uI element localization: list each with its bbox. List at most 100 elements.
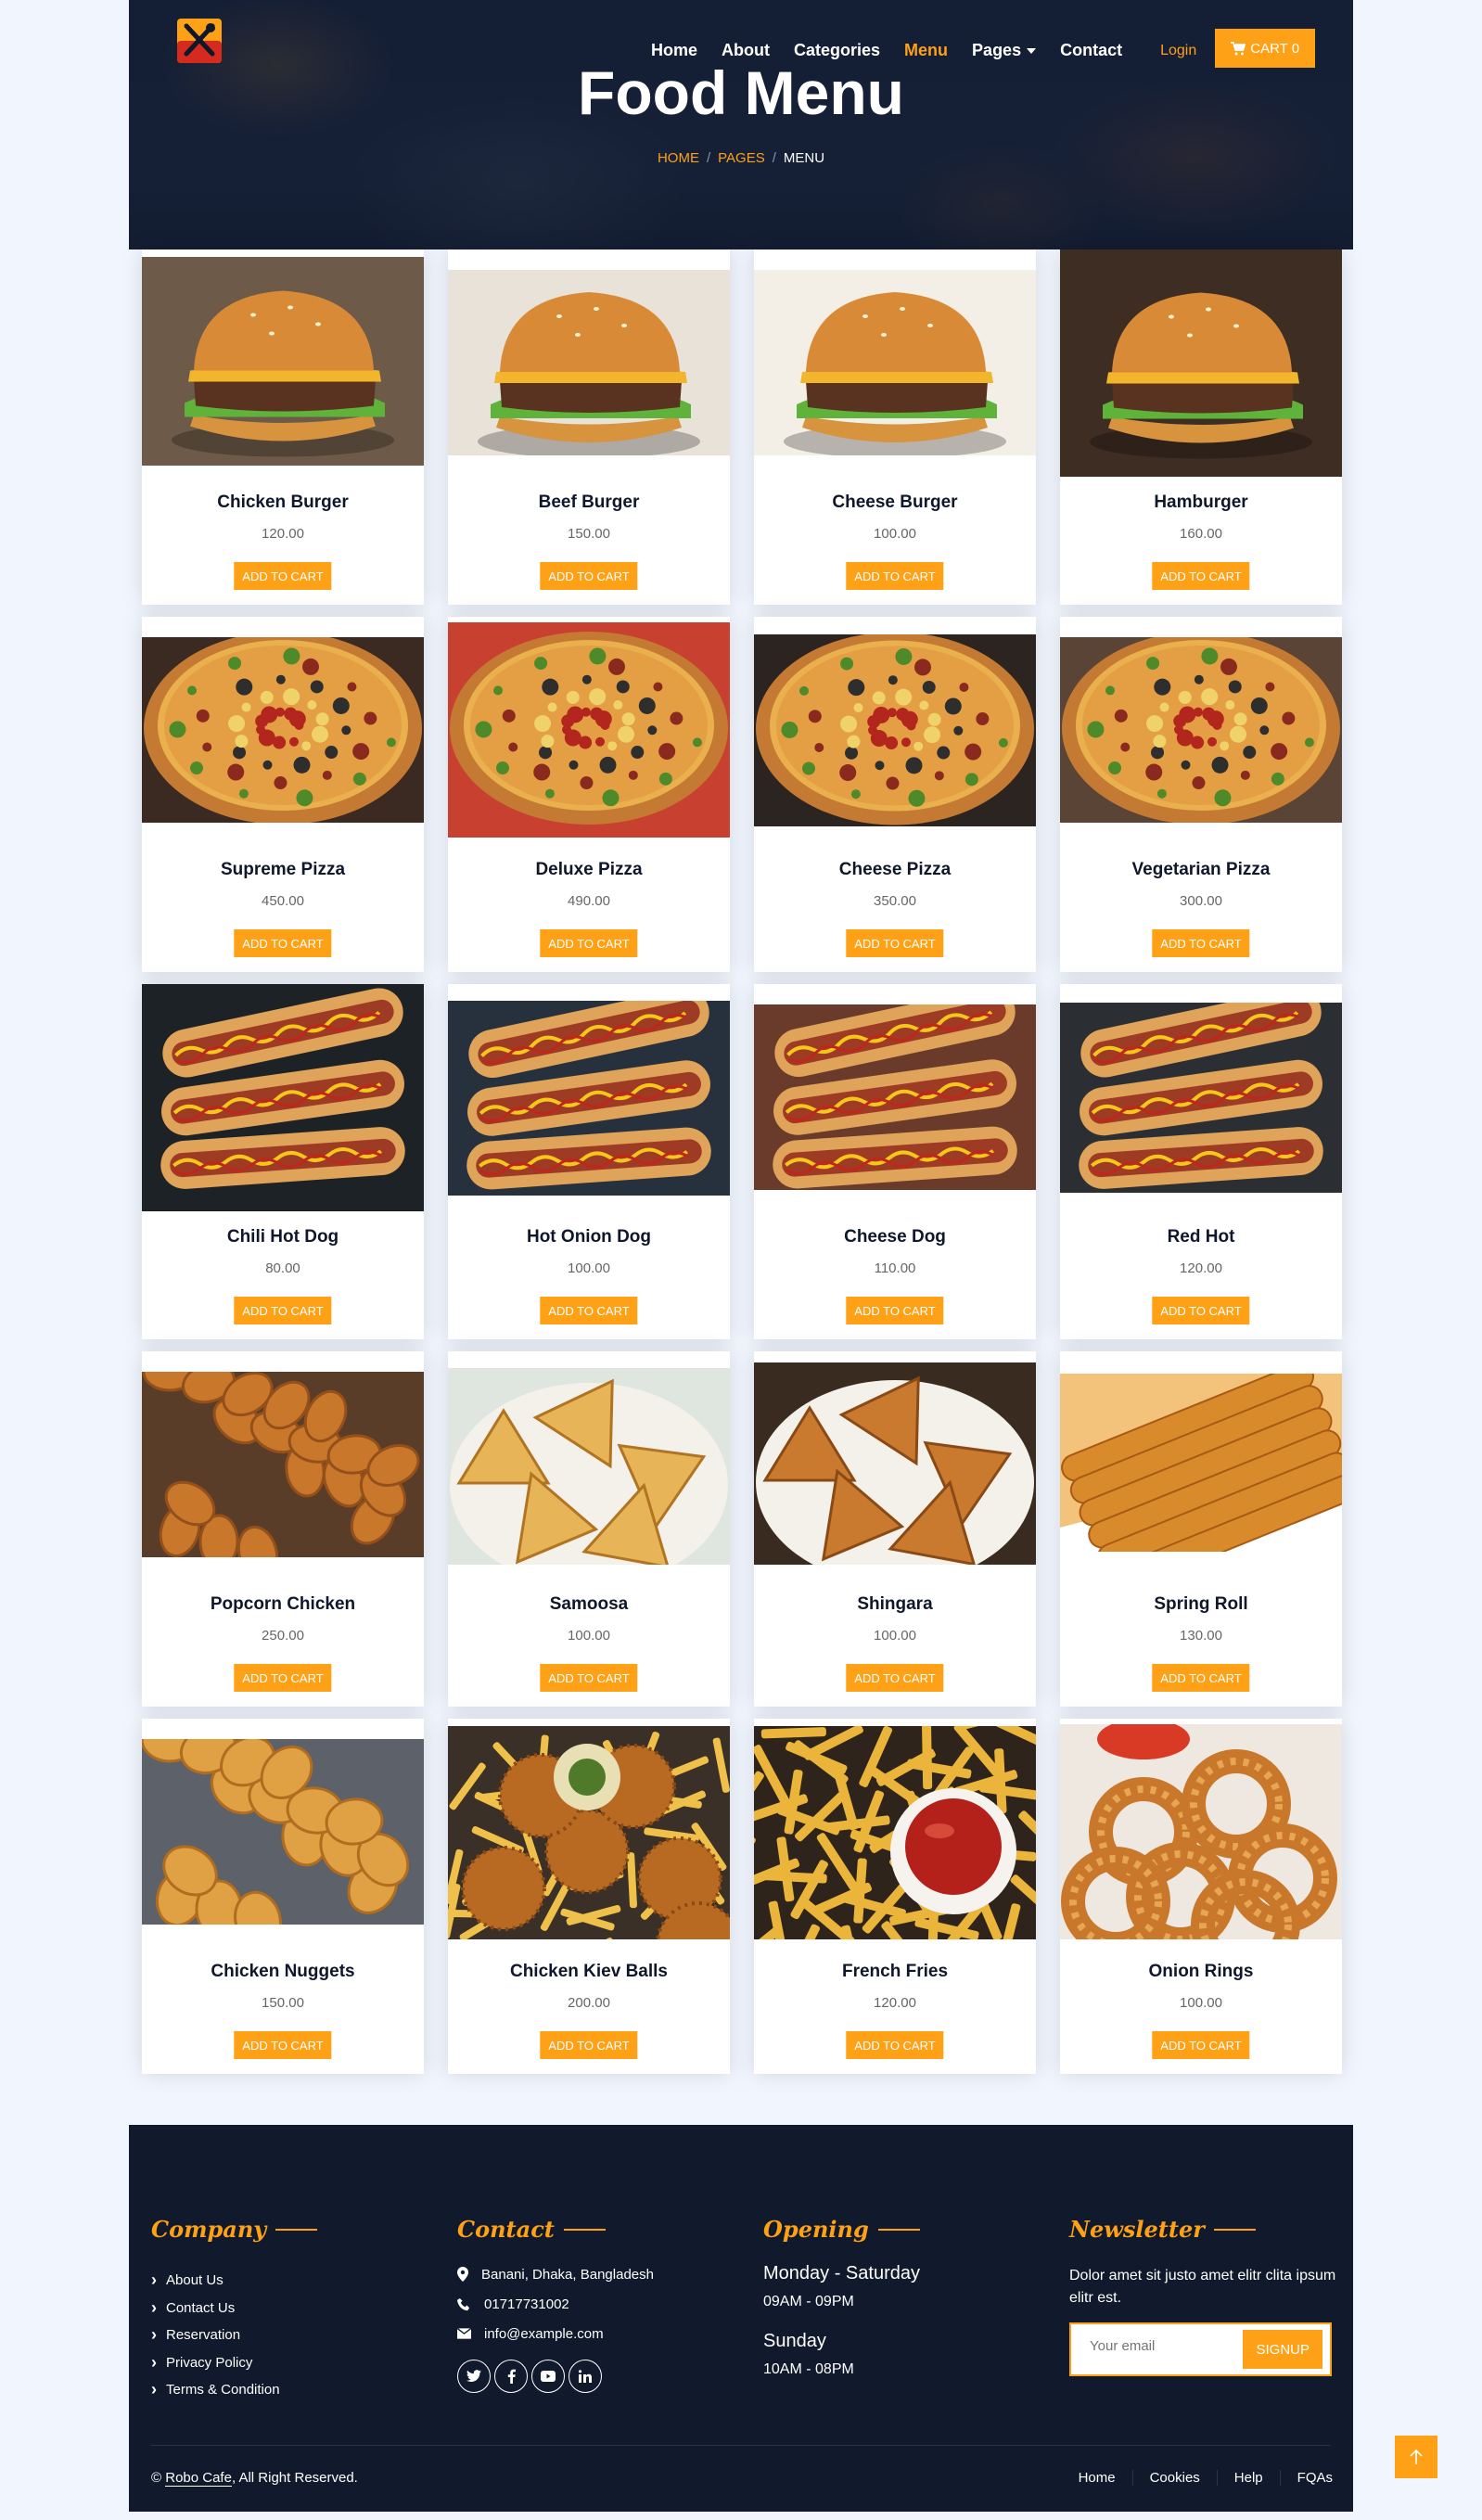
product-name[interactable]: Deluxe Pizza — [448, 860, 730, 880]
add-to-cart-button[interactable]: ADD TO CART — [234, 2031, 332, 2059]
youtube-icon[interactable] — [531, 2360, 565, 2393]
add-to-cart-button[interactable]: ADD TO CART — [846, 929, 944, 957]
add-to-cart-button[interactable]: ADD TO CART — [540, 1297, 638, 1324]
product-image[interactable] — [448, 270, 730, 455]
product-image[interactable] — [1060, 637, 1342, 823]
product-image[interactable] — [754, 270, 1036, 455]
product-name[interactable]: Onion Rings — [1060, 1962, 1342, 1982]
footer-nav-cookies[interactable]: Cookies — [1131, 2470, 1217, 2486]
product-name[interactable]: Popcorn Chicken — [142, 1594, 424, 1615]
footer-nav-home[interactable]: Home — [1062, 2470, 1132, 2486]
add-to-cart-button[interactable]: ADD TO CART — [1152, 1664, 1250, 1692]
product-price: 300.00 — [1180, 893, 1222, 909]
add-to-cart-button[interactable]: ADD TO CART — [540, 1664, 638, 1692]
product-name[interactable]: Spring Roll — [1060, 1594, 1342, 1615]
footer-nav-help[interactable]: Help — [1216, 2470, 1280, 2486]
menu-section: Chicken Burger 120.00 ADD TO CART Beef Bur… — [129, 249, 1353, 2125]
product-name[interactable]: Red Hot — [1060, 1227, 1342, 1247]
product-name[interactable]: Chicken Burger — [142, 492, 424, 513]
breadcrumb-pages[interactable]: PAGES — [718, 150, 765, 166]
add-to-cart-button[interactable]: ADD TO CART — [540, 2031, 638, 2059]
product-image[interactable] — [448, 1001, 730, 1196]
footer-link[interactable]: Reservation — [151, 2322, 317, 2349]
product-image[interactable] — [754, 1362, 1036, 1565]
add-to-cart-button[interactable]: ADD TO CART — [234, 562, 332, 590]
add-to-cart-button[interactable]: ADD TO CART — [234, 929, 332, 957]
add-to-cart-button[interactable]: ADD TO CART — [846, 562, 944, 590]
footer-link[interactable]: Contact Us — [151, 2295, 317, 2322]
footer-nav-faqs[interactable]: FQAs — [1279, 2470, 1333, 2486]
add-to-cart-button[interactable]: ADD TO CART — [846, 2031, 944, 2059]
product-image[interactable] — [754, 1004, 1036, 1190]
add-to-cart-button[interactable]: ADD TO CART — [846, 1297, 944, 1324]
product-image[interactable] — [142, 984, 424, 1211]
product-image[interactable] — [754, 634, 1036, 826]
product-price: 490.00 — [568, 893, 610, 909]
add-to-cart-button[interactable]: ADD TO CART — [1152, 2031, 1250, 2059]
add-to-cart-button[interactable]: ADD TO CART — [846, 1664, 944, 1692]
product-name[interactable]: Chili Hot Dog — [142, 1227, 424, 1247]
product-image[interactable] — [448, 622, 730, 838]
newsletter-signup-button[interactable]: SIGNUP — [1243, 2330, 1322, 2369]
footer-contact: Contact Banani, Dhaka, Bangladesh 017177… — [457, 2216, 654, 2393]
product-name[interactable]: Hot Onion Dog — [448, 1227, 730, 1247]
product-name[interactable]: Cheese Dog — [754, 1227, 1036, 1247]
contact-email: info@example.com — [457, 2319, 654, 2348]
add-to-cart-button[interactable]: ADD TO CART — [234, 1297, 332, 1324]
add-to-cart-button[interactable]: ADD TO CART — [1152, 562, 1250, 590]
product-image[interactable] — [1060, 249, 1342, 477]
product-image[interactable] — [448, 1368, 730, 1565]
newsletter-email-input[interactable] — [1090, 2338, 1229, 2354]
arrow-up-icon — [1410, 2449, 1423, 2464]
brand-link[interactable]: Robo Cafe — [165, 2470, 232, 2487]
product-card: Onion Rings 100.00 ADD TO CART — [1060, 1719, 1342, 2074]
add-to-cart-button[interactable]: ADD TO CART — [1152, 929, 1250, 957]
add-to-cart-button[interactable]: ADD TO CART — [540, 562, 638, 590]
product-price: 200.00 — [568, 1995, 610, 2011]
product-card: Cheese Burger 100.00 ADD TO CART — [754, 249, 1036, 605]
product-name[interactable]: Hamburger — [1060, 492, 1342, 513]
opening-time-weekdays: 09AM - 09PM — [763, 2294, 854, 2309]
product-card: Spring Roll 130.00 ADD TO CART — [1060, 1351, 1342, 1707]
product-image[interactable] — [142, 1739, 424, 1925]
twitter-icon[interactable] — [457, 2360, 491, 2393]
product-name[interactable]: Samoosa — [448, 1594, 730, 1615]
footer-link[interactable]: About Us — [151, 2267, 317, 2295]
product-image[interactable] — [1060, 1724, 1342, 1939]
product-name[interactable]: Chicken Nuggets — [142, 1962, 424, 1982]
product-name[interactable]: Shingara — [754, 1594, 1036, 1615]
product-name[interactable]: Vegetarian Pizza — [1060, 860, 1342, 880]
product-name[interactable]: Cheese Burger — [754, 492, 1036, 513]
breadcrumb-home[interactable]: HOME — [658, 150, 699, 166]
product-image[interactable] — [1060, 1003, 1342, 1193]
facebook-icon[interactable] — [494, 2360, 528, 2393]
contact-address: Banani, Dhaka, Bangladesh — [457, 2259, 654, 2289]
product-name[interactable]: Supreme Pizza — [142, 860, 424, 880]
footer-link[interactable]: Terms & Condition — [151, 2376, 317, 2404]
product-name[interactable]: Beef Burger — [448, 492, 730, 513]
product-image[interactable] — [1060, 1374, 1342, 1552]
product-card: Chicken Kiev Balls 200.00 ADD TO CART — [448, 1719, 730, 2074]
product-image[interactable] — [754, 1726, 1036, 1939]
product-name[interactable]: French Fries — [754, 1962, 1036, 1982]
add-to-cart-button[interactable]: ADD TO CART — [540, 929, 638, 957]
product-name[interactable]: Cheese Pizza — [754, 860, 1036, 880]
product-card: Chili Hot Dog 80.00 ADD TO CART — [142, 984, 424, 1339]
footer-contact-title: Contact — [457, 2216, 654, 2243]
login-link[interactable]: Login — [1160, 43, 1196, 59]
product-image[interactable] — [142, 257, 424, 466]
product-card: Beef Burger 150.00 ADD TO CART — [448, 249, 730, 605]
back-to-top-button[interactable] — [1395, 2436, 1437, 2478]
product-image[interactable] — [448, 1726, 730, 1939]
linkedin-icon[interactable] — [569, 2360, 602, 2393]
add-to-cart-button[interactable]: ADD TO CART — [1152, 1297, 1250, 1324]
product-image[interactable] — [142, 637, 424, 823]
product-image[interactable] — [142, 1372, 424, 1557]
product-card: Red Hot 120.00 ADD TO CART — [1060, 984, 1342, 1339]
footer-company-title: Company — [151, 2216, 317, 2243]
product-name[interactable]: Chicken Kiev Balls — [448, 1962, 730, 1982]
copyright: © Robo Cafe, All Right Reserved. — [151, 2470, 358, 2487]
add-to-cart-button[interactable]: ADD TO CART — [234, 1664, 332, 1692]
product-price: 120.00 — [1180, 1260, 1222, 1276]
footer-link[interactable]: Privacy Policy — [151, 2349, 317, 2377]
